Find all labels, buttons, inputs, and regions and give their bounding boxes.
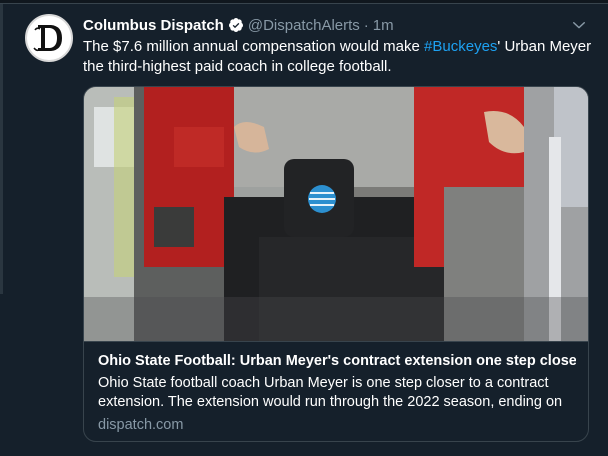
tweet-timestamp[interactable]: 1m [373, 17, 394, 34]
avatar[interactable] [25, 14, 73, 62]
card-domain: dispatch.com [98, 417, 184, 433]
link-card[interactable]: Ohio State Football: Urban Meyer's contr… [83, 86, 589, 442]
separator-dot: · [363, 16, 369, 34]
card-image [84, 87, 588, 341]
hashtag-link[interactable]: #Buckeyes [424, 38, 497, 55]
timeline-rail [0, 4, 3, 294]
author-name[interactable]: Columbus Dispatch [83, 17, 224, 34]
chevron-down-icon[interactable] [570, 16, 588, 34]
author-handle[interactable]: @DispatchAlerts [248, 17, 360, 34]
card-photo [84, 87, 588, 341]
tweet-text: The $7.6 million annual compensation wou… [83, 37, 593, 77]
card-description: Ohio State football coach Urban Meyer is… [98, 375, 563, 410]
tweet-header: Columbus Dispatch @DispatchAlerts · 1m [83, 16, 394, 34]
verified-badge-icon [228, 18, 243, 32]
dispatch-logo-icon [29, 18, 69, 58]
card-title[interactable]: Ohio State Football: Urban Meyer's contr… [98, 352, 576, 371]
tweet-text-start: The $7.6 million annual compensation wou… [83, 38, 425, 55]
card-body: Ohio State Football: Urban Meyer's contr… [84, 341, 588, 441]
